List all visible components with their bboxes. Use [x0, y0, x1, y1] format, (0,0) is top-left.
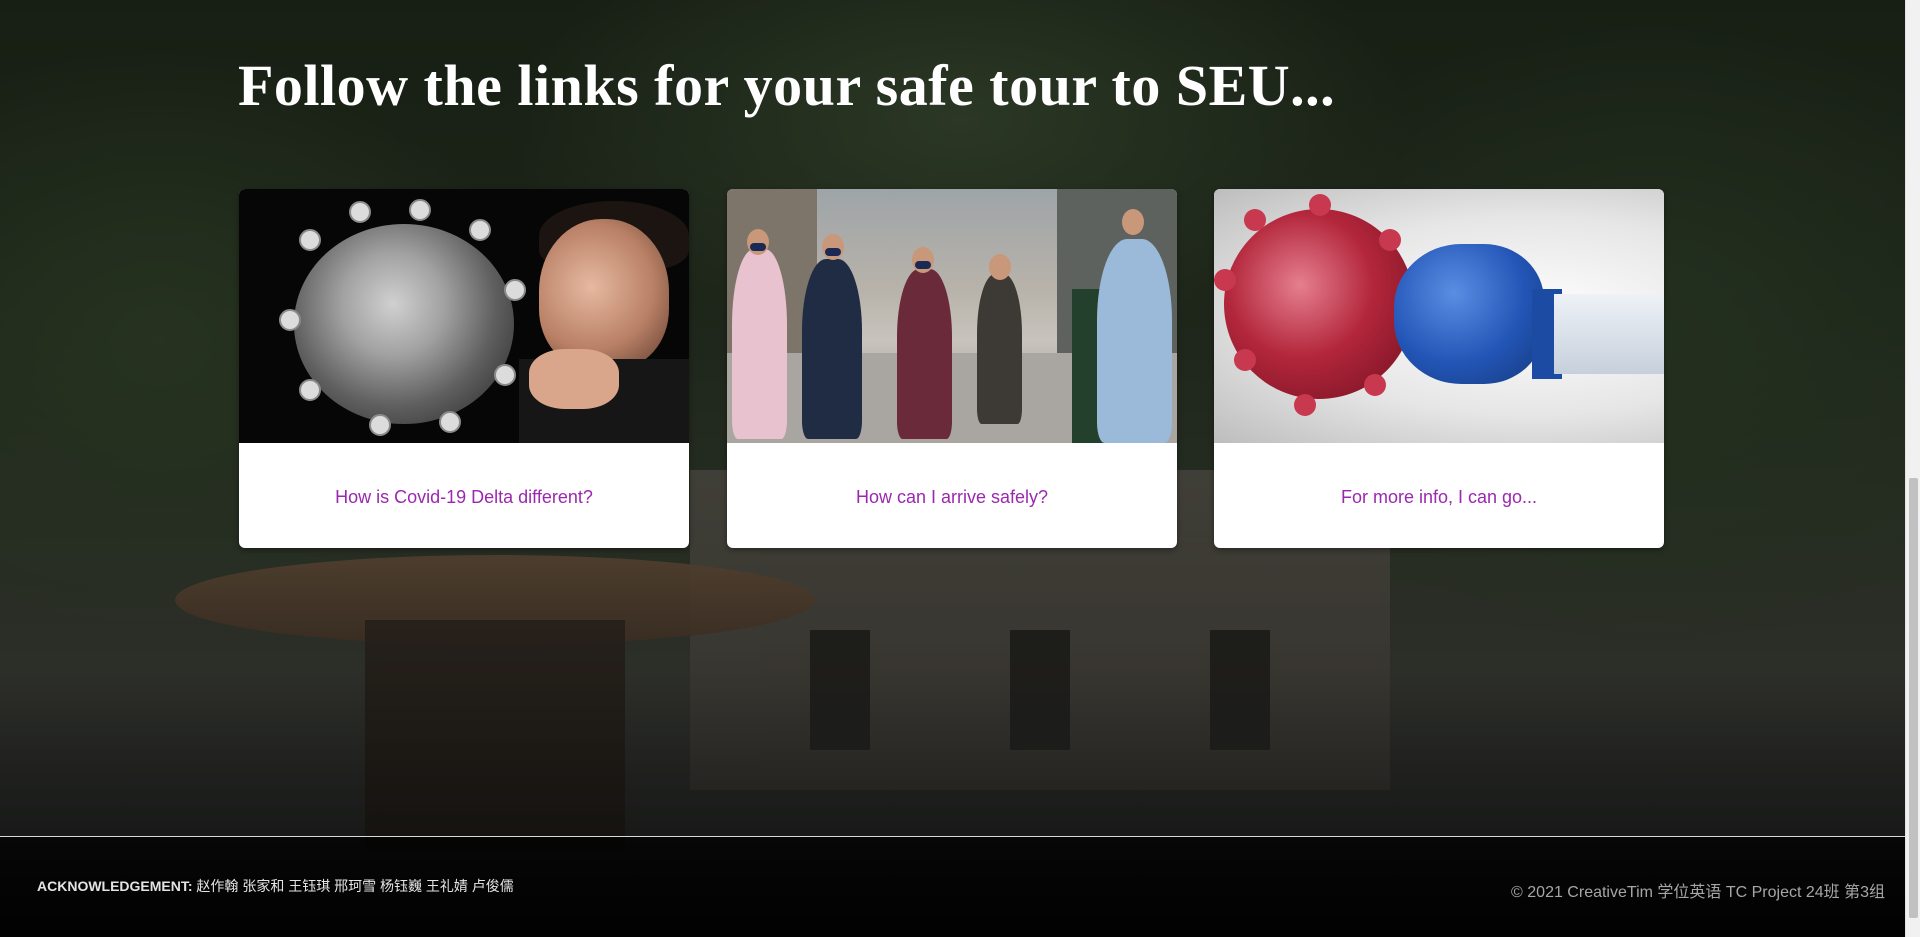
acknowledgement-names: 赵作翰 张家和 王钰琪 邢珂雪 杨钰巍 王礼婧 卢俊儒: [192, 878, 514, 894]
virus-spike: [299, 379, 321, 401]
pedestrian-head: [912, 247, 934, 273]
virus-spike: [469, 219, 491, 241]
virus-spike: [1364, 374, 1386, 396]
face-mask: [750, 243, 766, 251]
virus-spike: [1214, 269, 1236, 291]
acknowledgement-label: ACKNOWLEDGEMENT:: [37, 878, 193, 894]
more-info-link[interactable]: For more info, I can go...: [1214, 485, 1664, 509]
link-card-more-info[interactable]: For more info, I can go...: [1214, 189, 1664, 548]
virus-spike: [1234, 349, 1256, 371]
face-mask: [915, 261, 931, 269]
pedestrian: [802, 259, 862, 439]
pedestrian-head: [747, 229, 769, 255]
virus-spike: [504, 279, 526, 301]
shirt-sleeve: [1554, 294, 1664, 374]
virus-spike: [409, 199, 431, 221]
acknowledgement: ACKNOWLEDGEMENT: 赵作翰 张家和 王钰琪 邢珂雪 杨钰巍 王礼婧…: [37, 876, 514, 896]
virus-spike: [1294, 394, 1316, 416]
face-mask: [825, 248, 841, 256]
person-face: [539, 219, 669, 369]
pedestrian-head: [989, 254, 1011, 280]
delta-link[interactable]: How is Covid-19 Delta different?: [239, 485, 689, 509]
pedestrian: [977, 274, 1022, 424]
virus-spike: [369, 414, 391, 436]
virus-spike: [349, 201, 371, 223]
page: Follow the links for your safe tour to S…: [0, 0, 1920, 937]
virus-spike: [279, 309, 301, 331]
pedestrian: [1097, 239, 1172, 443]
scrollbar-thumb[interactable]: [1909, 478, 1918, 918]
virus-spike: [299, 229, 321, 251]
page-scrollbar[interactable]: [1905, 0, 1920, 937]
virus-spike: [439, 411, 461, 433]
pedestrian: [897, 269, 952, 439]
link-card-delta[interactable]: How is Covid-19 Delta different?: [239, 189, 689, 548]
glass-virus-sculpture-image[interactable]: [239, 189, 689, 443]
section-heading: Follow the links for your safe tour to S…: [238, 53, 1336, 118]
arrive-safely-link[interactable]: How can I arrive safely?: [727, 485, 1177, 509]
virus-spike: [1309, 194, 1331, 216]
virus-boxing-glove-image[interactable]: [1214, 189, 1664, 443]
pedestrian-head: [822, 234, 844, 260]
copyright-text: © 2021 CreativeTim 学位英语 TC Project 24班 第…: [1511, 884, 1885, 901]
pedestrian-head: [1122, 209, 1144, 235]
glass-virus-sphere: [294, 224, 514, 424]
masked-pedestrians-image[interactable]: [727, 189, 1177, 443]
virus-spike: [494, 364, 516, 386]
virus-spike: [1244, 209, 1266, 231]
pedestrian: [732, 249, 787, 439]
link-card-arrive[interactable]: How can I arrive safely?: [727, 189, 1177, 548]
virus-spike: [1379, 229, 1401, 251]
person-hand: [529, 349, 619, 409]
boxing-glove: [1394, 244, 1544, 384]
